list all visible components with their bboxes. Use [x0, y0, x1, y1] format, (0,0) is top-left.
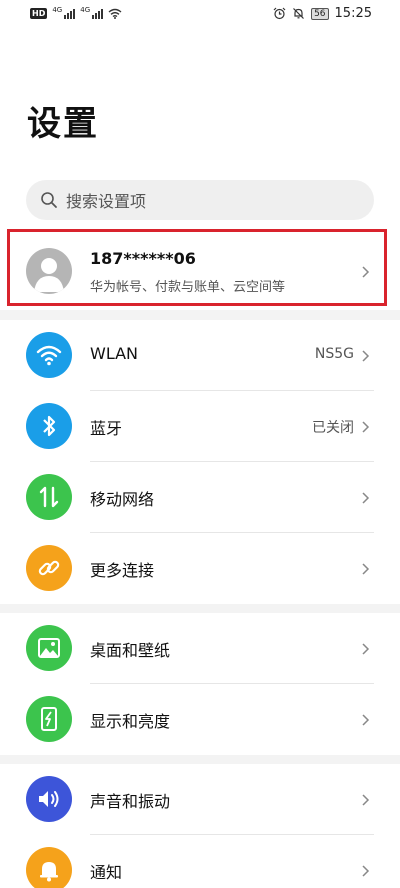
settings-item-label: 桌面和壁纸: [90, 641, 171, 660]
settings-item-label: 蓝牙: [90, 419, 123, 438]
settings-item-bluetooth[interactable]: 蓝牙 已关闭: [0, 391, 400, 462]
search-input[interactable]: 搜索设置项: [26, 180, 374, 220]
wifi-icon: [26, 332, 72, 378]
chevron-right-icon: [362, 563, 370, 575]
settings-item-value: 已关闭: [312, 420, 354, 436]
link-icon: [26, 545, 72, 591]
settings-item-wlan[interactable]: WLAN NS5G: [0, 320, 400, 391]
settings-item-label: 显示和亮度: [90, 712, 171, 731]
hd-badge: HD: [30, 7, 48, 19]
settings-group-connectivity: WLAN NS5G 蓝牙 已关闭 移动网络 更多连接: [0, 320, 400, 604]
settings-item-mobile-network[interactable]: 移动网络: [0, 462, 400, 533]
settings-group-sound: 声音和振动 通知: [0, 764, 400, 888]
signal-icon: 4G: [52, 7, 76, 19]
signal-icon-2: 4G: [80, 7, 104, 19]
chevron-right-icon: [362, 266, 370, 278]
wallpaper-icon: [26, 625, 72, 671]
display-icon: [26, 696, 72, 742]
chevron-right-icon: [362, 643, 370, 655]
account-name: 187******06: [90, 249, 196, 268]
chevron-right-icon: [362, 714, 370, 726]
settings-item-label: 更多连接: [90, 561, 155, 580]
sound-icon: [26, 776, 72, 822]
alarm-icon: [273, 7, 286, 20]
avatar: [26, 248, 72, 294]
account-row[interactable]: 187******06 华为帐号、付款与账单、云空间等: [0, 226, 400, 310]
chevron-right-icon: [362, 421, 370, 433]
wifi-status-icon: [108, 8, 122, 19]
search-placeholder: 搜索设置项: [66, 192, 147, 211]
chevron-right-icon: [362, 350, 370, 362]
bluetooth-icon: [26, 403, 72, 449]
search-icon: [40, 191, 58, 209]
mobile-data-icon: [26, 474, 72, 520]
status-left: HD 4G 4G: [30, 7, 122, 19]
settings-item-display[interactable]: 显示和亮度: [0, 684, 400, 755]
settings-item-notifications[interactable]: 通知: [0, 835, 400, 888]
mute-icon: [293, 8, 305, 19]
account-subtitle: 华为帐号、付款与账单、云空间等: [90, 280, 286, 295]
battery-icon: 56: [311, 7, 329, 20]
settings-item-wallpaper[interactable]: 桌面和壁纸: [0, 613, 400, 684]
page-title: 设置: [27, 104, 99, 144]
status-bar: HD 4G 4G 56 15:25: [0, 0, 400, 30]
chevron-right-icon: [362, 794, 370, 806]
settings-item-sound[interactable]: 声音和振动: [0, 764, 400, 835]
settings-item-more-connections[interactable]: 更多连接: [0, 533, 400, 604]
status-right: 56 15:25: [273, 6, 372, 21]
clock: 15:25: [334, 6, 372, 21]
settings-item-label: 移动网络: [90, 490, 155, 509]
settings-item-label: 声音和振动: [90, 792, 171, 811]
settings-item-label: 通知: [90, 863, 123, 882]
bell-icon: [26, 847, 72, 888]
settings-group-display: 桌面和壁纸 显示和亮度: [0, 613, 400, 755]
settings-item-value: NS5G: [314, 346, 354, 362]
chevron-right-icon: [362, 492, 370, 504]
settings-item-label: WLAN: [90, 344, 139, 363]
chevron-right-icon: [362, 865, 370, 877]
